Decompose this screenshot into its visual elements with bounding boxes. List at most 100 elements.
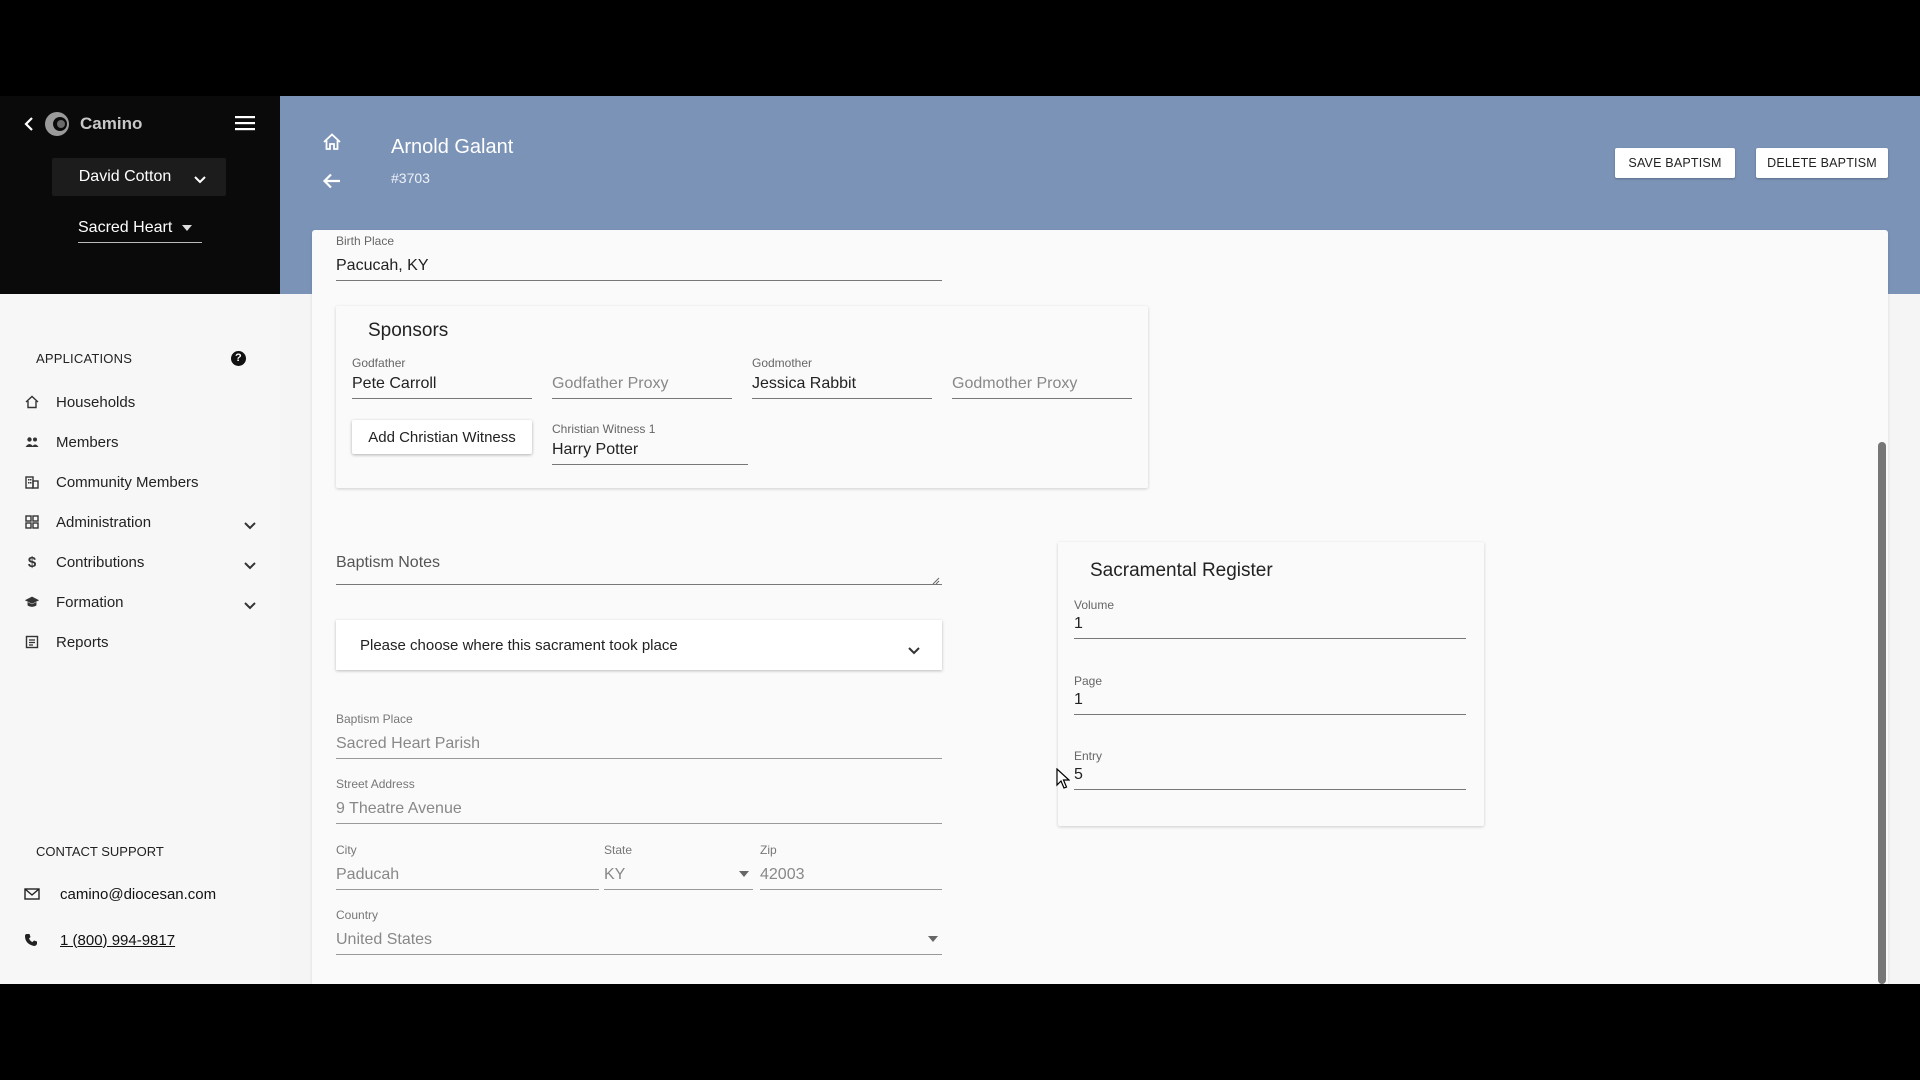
chevron-down-icon	[194, 172, 206, 184]
dollar-icon: $	[27, 553, 37, 571]
support-phone-link[interactable]: 1 (800) 994-9817	[24, 928, 175, 952]
resize-handle-icon[interactable]	[932, 572, 940, 585]
mail-icon	[24, 885, 42, 903]
parish-name: Sacred Heart	[78, 219, 173, 236]
field-value: Harry Potter	[552, 441, 639, 458]
godfather-field[interactable]: Godfather Pete Carroll	[352, 356, 532, 399]
support-email-link[interactable]: camino@diocesan.com	[24, 882, 216, 906]
menu-icon[interactable]	[234, 114, 256, 132]
page-field[interactable]: Page 1	[1074, 674, 1466, 715]
baptism-notes-textarea[interactable]: Baptism Notes	[336, 548, 942, 585]
sidebar-item-community-members[interactable]: Community Members	[0, 462, 280, 502]
sidebar-header: Camino David Cotton Sacred Heart	[0, 96, 280, 294]
field-label: Volume	[1074, 598, 1115, 612]
field-label: Godfather	[352, 356, 406, 370]
caret-down-icon	[928, 936, 938, 942]
baptism-place-field[interactable]: Baptism Place Sacred Heart Parish	[336, 712, 942, 759]
field-value: Paducah	[336, 866, 400, 883]
state-select[interactable]: State KY	[604, 843, 753, 890]
app-name: Camino	[80, 114, 143, 133]
chevron-down-icon	[908, 642, 920, 655]
app-window: Camino David Cotton Sacred Heart APPLICA…	[0, 96, 1920, 984]
field-label: City	[336, 843, 357, 857]
sidebar-item-label: Reports	[56, 633, 109, 651]
phone-icon	[24, 931, 42, 949]
sponsors-panel: Sponsors Godfather Pete Carroll Godfathe…	[336, 306, 1148, 488]
sidebar-item-households[interactable]: Households	[0, 382, 280, 422]
page-scrollbar[interactable]	[1878, 442, 1886, 984]
sacramental-register-panel: Sacramental Register Volume 1 Page 1 Ent…	[1058, 542, 1484, 826]
record-id: #3703	[391, 170, 430, 186]
field-value: 9 Theatre Avenue	[336, 800, 462, 817]
graduation-cap-icon	[24, 594, 40, 610]
caret-down-icon	[182, 225, 193, 231]
notes-placeholder: Baptism Notes	[336, 554, 441, 571]
sidebar-item-label: Households	[56, 393, 136, 411]
christian-witness-1-field[interactable]: Christian Witness 1 Harry Potter	[552, 422, 748, 465]
sidebar-item-administration[interactable]: Administration	[0, 502, 280, 542]
caret-down-icon	[739, 871, 749, 877]
chevron-down-icon[interactable]	[244, 517, 256, 530]
add-christian-witness-button[interactable]: Add Christian Witness	[352, 420, 532, 454]
field-value: Jessica Rabbit	[752, 375, 857, 392]
field-value: Pete Carroll	[352, 375, 437, 392]
camino-logo-icon	[44, 111, 70, 137]
godmother-proxy-field[interactable]: Godmother Proxy	[952, 356, 1132, 399]
chevron-left-icon[interactable]	[24, 114, 38, 134]
field-value: 1	[1074, 691, 1083, 708]
help-icon[interactable]: ?	[231, 350, 246, 366]
country-select[interactable]: Country United States	[336, 908, 942, 955]
field-label: Christian Witness 1	[552, 422, 656, 436]
home-icon	[24, 394, 40, 410]
home-icon[interactable]	[322, 132, 342, 152]
delete-baptism-button[interactable]: DELETE BAPTISM	[1756, 148, 1888, 178]
brand-row: Camino	[24, 110, 256, 138]
sidebar-item-label: Community Members	[56, 473, 199, 491]
chevron-down-icon[interactable]	[244, 557, 256, 570]
sidebar-item-label: Administration	[56, 513, 152, 531]
people-icon	[24, 434, 40, 450]
sidebar-item-label: Formation	[56, 593, 124, 611]
field-value: 42003	[760, 866, 805, 883]
street-address-field[interactable]: Street Address 9 Theatre Avenue	[336, 777, 942, 824]
field-label: Page	[1074, 674, 1103, 688]
user-select[interactable]: David Cotton	[52, 158, 226, 196]
arrow-left-icon[interactable]	[322, 172, 342, 190]
field-label: State	[604, 843, 633, 857]
godmother-field[interactable]: Godmother Jessica Rabbit	[752, 356, 932, 399]
sidebar-item-formation[interactable]: Formation	[0, 582, 280, 622]
building-icon	[24, 474, 40, 490]
chevron-down-icon[interactable]	[244, 597, 256, 610]
sidebar-item-reports[interactable]: Reports	[0, 622, 280, 662]
sacrament-location-select[interactable]: Please choose where this sacrament took …	[336, 620, 942, 670]
field-label: Godmother	[752, 356, 813, 370]
field-label: Birth Place	[336, 234, 395, 248]
field-label: Entry	[1074, 749, 1103, 763]
sidebar-item-contributions[interactable]: $ Contributions	[0, 542, 280, 582]
entry-field[interactable]: Entry 5	[1074, 749, 1466, 790]
field-value: United States	[336, 931, 433, 948]
applications-header: APPLICATIONS ?	[36, 348, 246, 368]
sidebar-item-label: Contributions	[56, 553, 145, 571]
volume-field[interactable]: Volume 1	[1074, 598, 1466, 639]
user-name: David Cotton	[78, 168, 172, 185]
sidebar-item-label: Members	[56, 433, 119, 451]
field-label: Baptism Place	[336, 712, 413, 726]
city-field[interactable]: City Paducah	[336, 843, 599, 890]
report-icon	[24, 634, 40, 650]
godfather-proxy-field[interactable]: Godfather Proxy	[552, 356, 732, 399]
zip-field[interactable]: Zip 42003	[760, 843, 942, 890]
field-placeholder: Godfather Proxy	[552, 375, 669, 392]
birth-place-field[interactable]: Birth Place Pacucah, KY	[336, 234, 942, 281]
field-label: Country	[336, 908, 379, 922]
field-value: Sacred Heart Parish	[336, 735, 481, 752]
save-baptism-button[interactable]: SAVE BAPTISM	[1615, 148, 1735, 178]
parish-select[interactable]: Sacred Heart	[78, 214, 202, 243]
location-prompt: Please choose where this sacrament took …	[360, 636, 678, 654]
dashboard-icon	[24, 514, 40, 530]
contact-support-header: CONTACT SUPPORT	[36, 844, 164, 859]
field-value: Pacucah, KY	[336, 257, 429, 274]
mouse-cursor-icon	[1056, 767, 1071, 790]
sidebar-nav: Households Members Community Members Adm…	[0, 382, 280, 662]
sidebar-item-members[interactable]: Members	[0, 422, 280, 462]
